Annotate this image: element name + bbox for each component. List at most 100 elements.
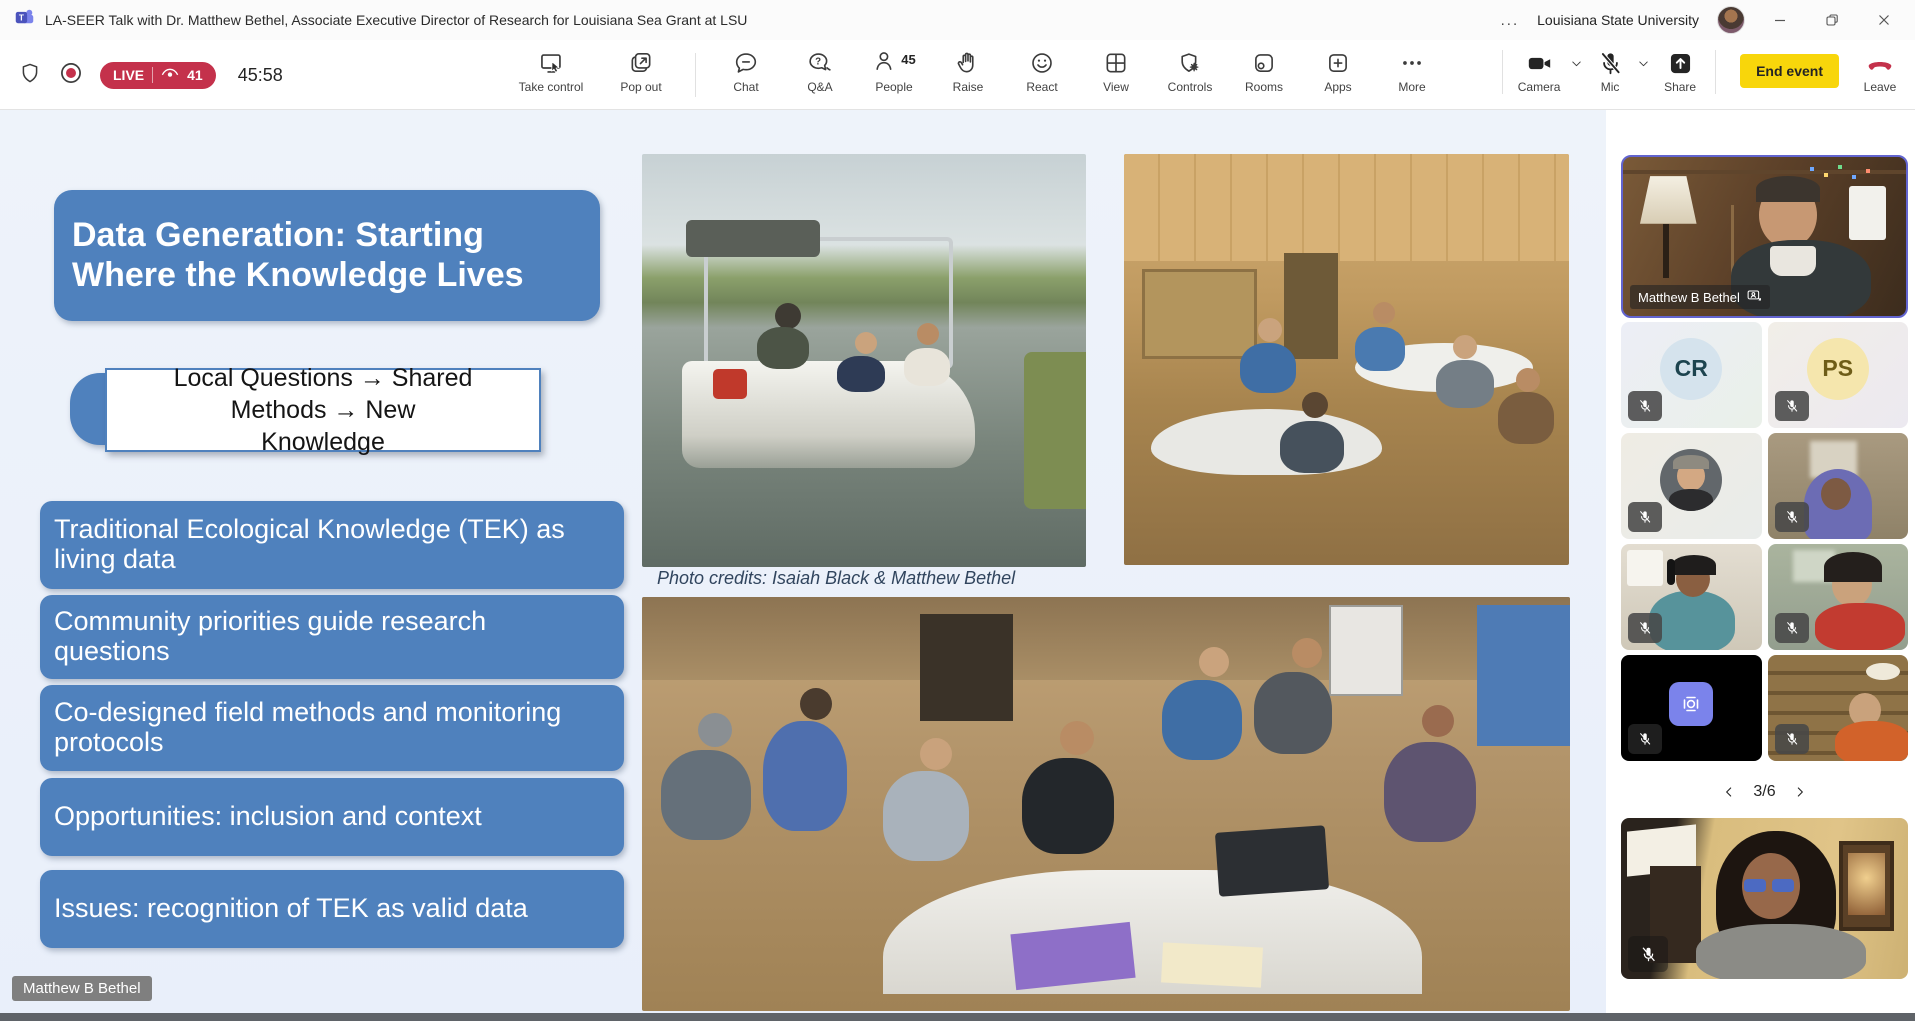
mic-muted-indicator [1775, 502, 1809, 532]
callout-text: Local Questions → Shared Methods → New K… [168, 362, 478, 458]
shared-presentation-slide: Data Generation: Starting Where the Know… [0, 110, 1606, 1021]
live-status-badge: LIVE 41 [100, 62, 216, 89]
photo-boat-fieldwork [642, 154, 1086, 567]
mic-muted-indicator [1775, 724, 1809, 754]
app-avatar-icon [1669, 682, 1713, 726]
participant-tile-avatar[interactable] [1621, 433, 1762, 539]
slide-bullet-1: Traditional Ecological Knowledge (TEK) a… [40, 501, 624, 589]
pop-out-icon [628, 47, 654, 79]
page-previous-button[interactable] [1721, 784, 1737, 800]
participant-tile-initials[interactable]: CR [1621, 322, 1762, 428]
svg-text:?: ? [815, 57, 821, 68]
participant-tile-no-video[interactable] [1621, 655, 1762, 761]
slide-bullet-3: Co-designed field methods and monitoring… [40, 685, 624, 771]
user-avatar[interactable] [1717, 6, 1745, 34]
photo-group-discussion [642, 597, 1570, 1011]
mic-muted-indicator [1628, 936, 1668, 972]
more-dots-icon [1399, 47, 1425, 79]
window-restore-button[interactable] [1815, 5, 1849, 35]
meeting-toolbar: LIVE 41 45:58 Take control [0, 40, 1915, 110]
end-event-button[interactable]: End event [1740, 54, 1839, 88]
mic-muted-indicator [1628, 502, 1662, 532]
photo-community-workshop [1124, 154, 1569, 565]
mic-muted-indicator [1628, 391, 1662, 421]
pop-out-button[interactable]: Pop out [603, 47, 679, 94]
organization-name: Louisiana State University [1537, 12, 1699, 28]
page-next-button[interactable] [1792, 784, 1808, 800]
meeting-timer: 45:58 [238, 65, 283, 86]
participant-tile-initials[interactable]: PS [1768, 322, 1909, 428]
page-indicator: 3/6 [1753, 783, 1775, 801]
participant-figure [1835, 721, 1908, 761]
react-smiley-icon [1029, 47, 1055, 79]
camera-button[interactable]: Camera [1513, 47, 1565, 94]
window-minimize-button[interactable] [1763, 5, 1797, 35]
raise-hand-button[interactable]: Raise [934, 47, 1002, 94]
share-button[interactable]: Share [1655, 47, 1705, 94]
share-screen-icon [1667, 47, 1694, 79]
raise-hand-icon [955, 47, 981, 79]
participant-tile-video[interactable] [1768, 655, 1909, 761]
window-title-bar: T LA-SEER Talk with Dr. Matthew Bethel, … [0, 0, 1915, 40]
participant-figure [1815, 603, 1905, 650]
presenter-name-tag: Matthew B Bethel [12, 976, 152, 1001]
mic-button[interactable]: Mic [1588, 47, 1632, 94]
mic-muted-indicator [1628, 724, 1662, 754]
table [883, 870, 1421, 994]
controls-shield-gear-icon [1177, 47, 1203, 79]
participant-tile-video[interactable] [1768, 433, 1909, 539]
people-count: 45 [901, 52, 915, 67]
speaker-name-label: Matthew B Bethel [1630, 285, 1770, 309]
recording-indicator-icon [58, 60, 84, 91]
qna-icon: ? [807, 47, 833, 79]
laptop [1215, 825, 1329, 897]
slide-bullet-4: Opportunities: inclusion and context [40, 778, 624, 856]
view-grid-icon [1103, 47, 1129, 79]
photo-credits-caption: Photo credits: Isaiah Black & Matthew Be… [657, 568, 1015, 589]
chat-button[interactable]: Chat [712, 47, 780, 94]
mic-muted-indicator [1775, 613, 1809, 643]
apps-button[interactable]: Apps [1304, 47, 1372, 94]
mic-muted-icon [1597, 47, 1624, 79]
mic-options-chevron[interactable] [1636, 47, 1651, 79]
titlebar-more-menu[interactable]: ... [1501, 12, 1520, 29]
camera-icon [1526, 47, 1553, 79]
take-control-button[interactable]: Take control [505, 47, 597, 94]
viewers-eye-icon [161, 67, 179, 83]
participant-initials: CR [1675, 355, 1708, 382]
mic-muted-indicator [1628, 613, 1662, 643]
view-button[interactable]: View [1082, 47, 1150, 94]
leave-call-icon [1865, 47, 1895, 79]
meeting-title: LA-SEER Talk with Dr. Matthew Bethel, As… [45, 12, 747, 28]
shared-window-bottom-edge [0, 1013, 1915, 1021]
self-glasses [1744, 879, 1766, 892]
rooms-button[interactable]: Rooms [1230, 47, 1298, 94]
controls-button[interactable]: Controls [1156, 47, 1224, 94]
window-close-button[interactable] [1867, 5, 1901, 35]
qna-button[interactable]: ? Q&A [786, 47, 854, 94]
leave-button[interactable]: Leave [1853, 47, 1907, 94]
people-button[interactable]: 45 People [860, 47, 928, 94]
participants-video-sidebar: Matthew B Bethel CR PS [1606, 110, 1915, 1021]
slide-bullet-5: Issues: recognition of TEK as valid data [40, 870, 624, 948]
live-label: LIVE [113, 67, 144, 83]
viewer-count: 41 [187, 67, 203, 83]
people-icon [872, 48, 898, 79]
camera-options-chevron[interactable] [1569, 47, 1584, 79]
react-button[interactable]: React [1008, 47, 1076, 94]
security-shield-icon [18, 61, 42, 90]
rooms-icon [1251, 47, 1277, 79]
participant-grid: CR PS [1621, 322, 1908, 761]
mic-muted-indicator [1775, 391, 1809, 421]
take-control-icon [538, 47, 565, 79]
slide-title: Data Generation: Starting Where the Know… [54, 190, 600, 321]
participant-tile-video[interactable] [1768, 544, 1909, 650]
self-body [1696, 924, 1866, 979]
slide-callout-box: Local Questions → Shared Methods → New K… [105, 368, 541, 452]
self-view-tile[interactable] [1621, 818, 1908, 979]
more-button[interactable]: More [1378, 47, 1446, 94]
active-speaker-tile[interactable]: Matthew B Bethel [1621, 155, 1908, 318]
participant-tile-video[interactable] [1621, 544, 1762, 650]
spotlight-icon [1747, 289, 1762, 305]
apps-plus-icon [1325, 47, 1351, 79]
